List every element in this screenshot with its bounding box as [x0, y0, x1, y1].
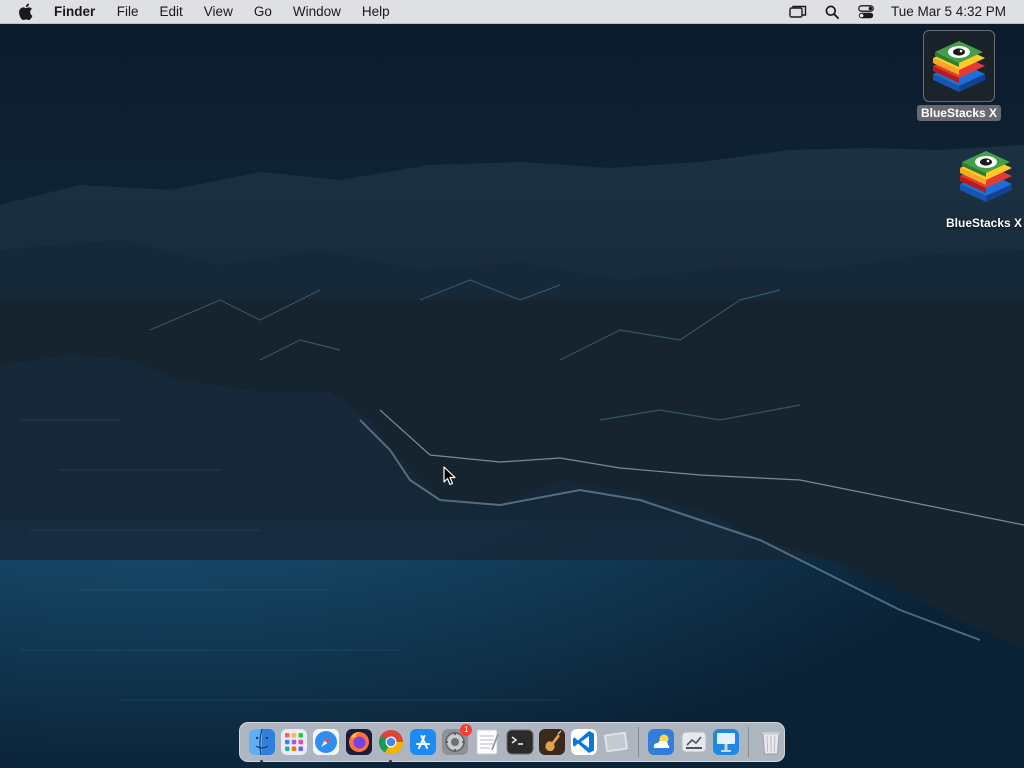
menu-file[interactable]: File — [106, 0, 149, 24]
finder-icon — [249, 728, 276, 756]
apple-menu-icon[interactable] — [18, 3, 36, 21]
launchpad-icon — [281, 729, 308, 755]
keynote-icon — [712, 729, 739, 755]
firefox-icon — [345, 729, 372, 755]
trash-icon — [761, 732, 780, 755]
garageband-icon — [538, 729, 565, 755]
running-indicator — [388, 760, 392, 763]
safari-icon — [313, 729, 340, 755]
mouse-cursor-icon — [443, 466, 456, 486]
dock-vscode[interactable] — [570, 728, 598, 756]
dock-separator — [747, 727, 749, 757]
desktop-icon-bluestacks-x[interactable]: BlueStacks X — [913, 30, 1005, 122]
dock-app-store[interactable] — [409, 728, 437, 756]
desktop-wallpaper — [0, 0, 1024, 768]
vscode-icon — [570, 729, 597, 755]
menu-view[interactable]: View — [193, 0, 243, 24]
dock-garageband[interactable] — [538, 728, 566, 756]
dock-chrome[interactable] — [377, 728, 405, 763]
menu-bar: Finder File Edit View Go Window Help Tue… — [0, 0, 1024, 24]
dock-firefox[interactable] — [345, 728, 373, 756]
menu-edit[interactable]: Edit — [149, 0, 193, 24]
dock: 1 — [239, 722, 785, 763]
dock-keynote[interactable] — [712, 728, 740, 756]
desktop-icon-label: BlueStacks X — [946, 216, 1023, 230]
dock-finder[interactable] — [248, 728, 276, 763]
menu-window[interactable]: Window — [282, 0, 351, 24]
menu-go[interactable]: Go — [243, 0, 282, 24]
dock-safari[interactable] — [312, 728, 340, 756]
dock-textedit[interactable] — [473, 728, 501, 756]
dock-preview[interactable] — [602, 728, 630, 756]
control-center-icon[interactable] — [849, 0, 883, 24]
dock-terminal[interactable] — [506, 728, 534, 756]
app-store-icon — [410, 729, 437, 755]
notification-badge: 1 — [460, 724, 473, 736]
file-transfer-icon — [681, 731, 707, 753]
weather-icon — [648, 729, 675, 755]
bluestacks-icon — [950, 140, 1022, 212]
chrome-icon — [378, 730, 403, 755]
textedit-icon — [476, 729, 500, 755]
spotlight-search-icon[interactable] — [815, 0, 849, 24]
dock-file-transfer[interactable] — [680, 728, 708, 756]
dock-launchpad[interactable] — [280, 728, 308, 756]
desktop-icon-label: BlueStacks X — [916, 105, 1002, 121]
screen-mirroring-icon[interactable] — [781, 0, 815, 24]
dock-weather[interactable] — [647, 728, 675, 756]
dock-system-preferences[interactable]: 1 — [441, 724, 473, 756]
bluestacks-icon — [923, 30, 995, 102]
preview-icon — [604, 731, 629, 753]
dock-trash[interactable] — [757, 728, 785, 756]
menu-help[interactable]: Help — [351, 0, 400, 24]
menu-bar-clock[interactable]: Tue Mar 5 4:32 PM — [891, 4, 1006, 19]
desktop-icon-bluestacks-x-2[interactable]: BlueStacks X — [944, 140, 1024, 232]
dock-separator — [638, 727, 640, 757]
terminal-icon — [506, 729, 534, 755]
menu-app-name[interactable]: Finder — [54, 0, 106, 24]
